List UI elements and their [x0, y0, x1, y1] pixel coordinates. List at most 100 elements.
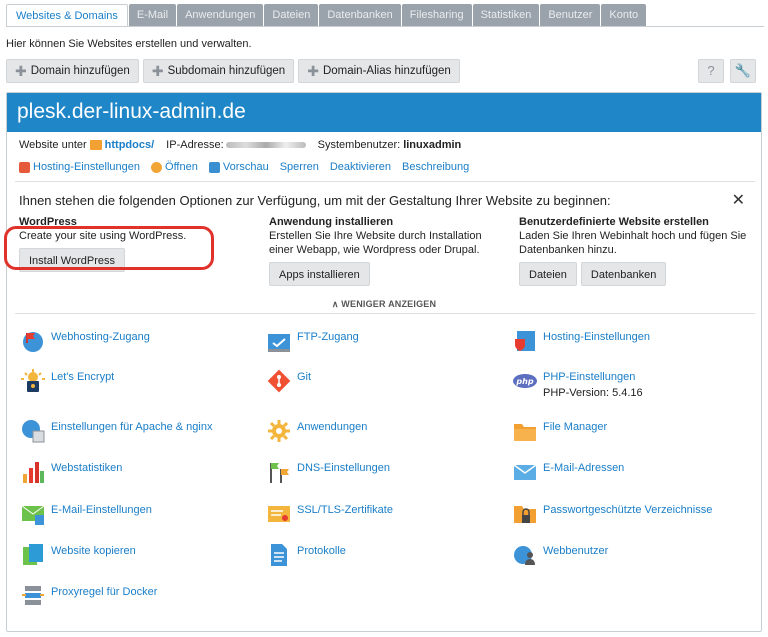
webhosting-link[interactable]: Webhosting-Zugang — [51, 329, 150, 343]
app-title: Anwendung installieren — [269, 216, 394, 228]
tab-email[interactable]: E-Mail — [128, 4, 177, 26]
ssl-link[interactable]: SSL/TLS-Zertifikate — [297, 502, 393, 516]
dns-flags-icon — [267, 460, 291, 484]
emailsettings-link[interactable]: E-Mail-Einstellungen — [51, 502, 152, 516]
apps-link[interactable]: Anwendungen — [297, 419, 367, 433]
locked-folder-icon — [513, 502, 537, 526]
user-globe-icon — [513, 543, 537, 567]
action-preview[interactable]: Vorschau — [208, 161, 269, 173]
help-icon: ? — [707, 63, 715, 78]
add-subdomain-label: Subdomain hinzufügen — [167, 65, 286, 77]
install-apps-button[interactable]: Apps installieren — [269, 262, 370, 286]
php-version: PHP-Version: 5.4.16 — [543, 387, 643, 399]
emailsettings-item[interactable]: E-Mail-Einstellungen — [21, 502, 152, 526]
add-alias-button[interactable]: ✚ Domain-Alias hinzufügen — [298, 59, 460, 83]
custom-text: Laden Sie Ihren Webinhalt hoch und fügen… — [519, 230, 747, 256]
dns-item[interactable]: DNS-Einstellungen — [267, 460, 390, 484]
divider — [15, 181, 755, 182]
main-tabs: Websites & Domains E-Mail Anwendungen Da… — [6, 4, 647, 26]
options-heading: Ihnen stehen die folgenden Optionen zur … — [19, 193, 611, 208]
action-description[interactable]: Beschreibung — [402, 161, 469, 173]
action-deactivate[interactable]: Deaktivieren — [330, 161, 391, 173]
action-hosting-settings[interactable]: Hosting-Einstellungen — [19, 161, 140, 173]
hosting-item[interactable]: Hosting-Einstellungen — [513, 329, 650, 353]
files-button[interactable]: Dateien — [519, 262, 577, 286]
option-app: Anwendung installieren Erstellen Sie Ihr… — [269, 215, 499, 286]
tab-files[interactable]: Dateien — [264, 4, 319, 26]
php-text: PHP-Einstellungen PHP-Version: 5.4.16 — [543, 369, 643, 399]
deactivate-link[interactable]: Deaktivieren — [330, 161, 391, 173]
ftp-link[interactable]: FTP-Zugang — [297, 329, 359, 343]
docker-link[interactable]: Proxyregel für Docker — [51, 584, 157, 598]
show-less-link[interactable]: ∧ WENIGER ANZEIGEN — [7, 299, 761, 310]
php-item[interactable]: php PHP-Einstellungen PHP-Version: 5.4.1… — [513, 369, 643, 399]
domain-info: Website unter httpdocs/ IP-Adresse: Syst… — [19, 139, 461, 151]
webhosting-item[interactable]: Webhosting-Zugang — [21, 329, 150, 353]
tab-account[interactable]: Konto — [601, 4, 647, 26]
close-icon[interactable]: ✕ — [732, 190, 745, 210]
webstats-link[interactable]: Webstatistiken — [51, 460, 122, 474]
webusers-item[interactable]: Webbenutzer — [513, 543, 608, 567]
add-subdomain-button[interactable]: ✚ Subdomain hinzufügen — [142, 59, 295, 83]
passwd-item[interactable]: Passwortgeschützte Verzeichnisse — [513, 502, 712, 526]
docroot-link[interactable]: httpdocs/ — [105, 139, 155, 151]
email-item[interactable]: E-Mail-Adressen — [513, 460, 624, 484]
dns-link[interactable]: DNS-Einstellungen — [297, 460, 390, 474]
domain-title: plesk.der-linux-admin.de — [7, 93, 761, 132]
tools-button[interactable]: 🔧 — [730, 59, 756, 83]
bar-chart-icon — [21, 460, 45, 484]
letsencrypt-link[interactable]: Let's Encrypt — [51, 369, 114, 383]
hosting-shield-icon — [513, 329, 537, 353]
website-under-label: Website unter — [19, 139, 87, 151]
php-link[interactable]: PHP-Einstellungen — [543, 369, 643, 383]
apps-item[interactable]: Anwendungen — [267, 419, 367, 443]
docker-item[interactable]: Proxyregel für Docker — [21, 584, 157, 608]
logs-link[interactable]: Protokolle — [297, 543, 346, 557]
git-item[interactable]: Git — [267, 369, 311, 393]
ftp-item[interactable]: FTP-Zugang — [267, 329, 359, 353]
folder-icon — [89, 140, 102, 150]
databases-button[interactable]: Datenbanken — [580, 262, 667, 286]
email-link[interactable]: E-Mail-Adressen — [543, 460, 624, 474]
git-link[interactable]: Git — [297, 369, 311, 383]
tab-divider — [6, 26, 764, 27]
help-button[interactable]: ? — [698, 59, 724, 83]
letsencrypt-item[interactable]: Let's Encrypt — [21, 369, 114, 393]
domain-actions: Hosting-Einstellungen Öffnen Vorschau Sp… — [19, 161, 480, 173]
open-icon — [151, 161, 163, 173]
description-link[interactable]: Beschreibung — [402, 161, 469, 173]
tab-statistics[interactable]: Statistiken — [472, 4, 540, 26]
copy-item[interactable]: Website kopieren — [21, 543, 136, 567]
preview-link[interactable]: Vorschau — [223, 161, 269, 173]
filemanager-link[interactable]: File Manager — [543, 419, 607, 433]
action-open[interactable]: Öffnen — [151, 161, 198, 173]
add-domain-button[interactable]: ✚ Domain hinzufügen — [6, 59, 139, 83]
apache-item[interactable]: Einstellungen für Apache & nginx — [21, 419, 212, 443]
sysuser-label: Systembenutzer: — [317, 139, 401, 151]
passwd-link[interactable]: Passwortgeschützte Verzeichnisse — [543, 502, 712, 516]
tab-users[interactable]: Benutzer — [540, 4, 601, 26]
open-link[interactable]: Öffnen — [165, 161, 198, 173]
webusers-link[interactable]: Webbenutzer — [543, 543, 608, 557]
hosting-link[interactable]: Hosting-Einstellungen — [543, 329, 650, 343]
tab-filesharing[interactable]: Filesharing — [401, 4, 472, 26]
domain-panel: plesk.der-linux-admin.de Website unter h… — [6, 92, 762, 632]
apache-link[interactable]: Einstellungen für Apache & nginx — [51, 419, 212, 433]
custom-title: Benutzerdefinierte Website erstellen — [519, 216, 709, 228]
copy-link[interactable]: Website kopieren — [51, 543, 136, 557]
ssl-item[interactable]: SSL/TLS-Zertifikate — [267, 502, 393, 526]
webstats-item[interactable]: Webstatistiken — [21, 460, 122, 484]
docker-proxy-icon — [21, 584, 45, 608]
highlight-annotation — [4, 226, 214, 270]
hosting-settings-link[interactable]: Hosting-Einstellungen — [33, 161, 140, 173]
filemanager-item[interactable]: File Manager — [513, 419, 607, 443]
suspend-link[interactable]: Sperren — [280, 161, 319, 173]
tab-databases[interactable]: Datenbanken — [319, 4, 401, 26]
logs-item[interactable]: Protokolle — [267, 543, 346, 567]
action-suspend[interactable]: Sperren — [280, 161, 319, 173]
envelope-icon — [513, 460, 537, 484]
tab-applications[interactable]: Anwendungen — [177, 4, 264, 26]
plus-icon: ✚ — [15, 63, 27, 79]
ftp-icon — [267, 329, 291, 353]
tab-websites-domains[interactable]: Websites & Domains — [6, 4, 128, 26]
